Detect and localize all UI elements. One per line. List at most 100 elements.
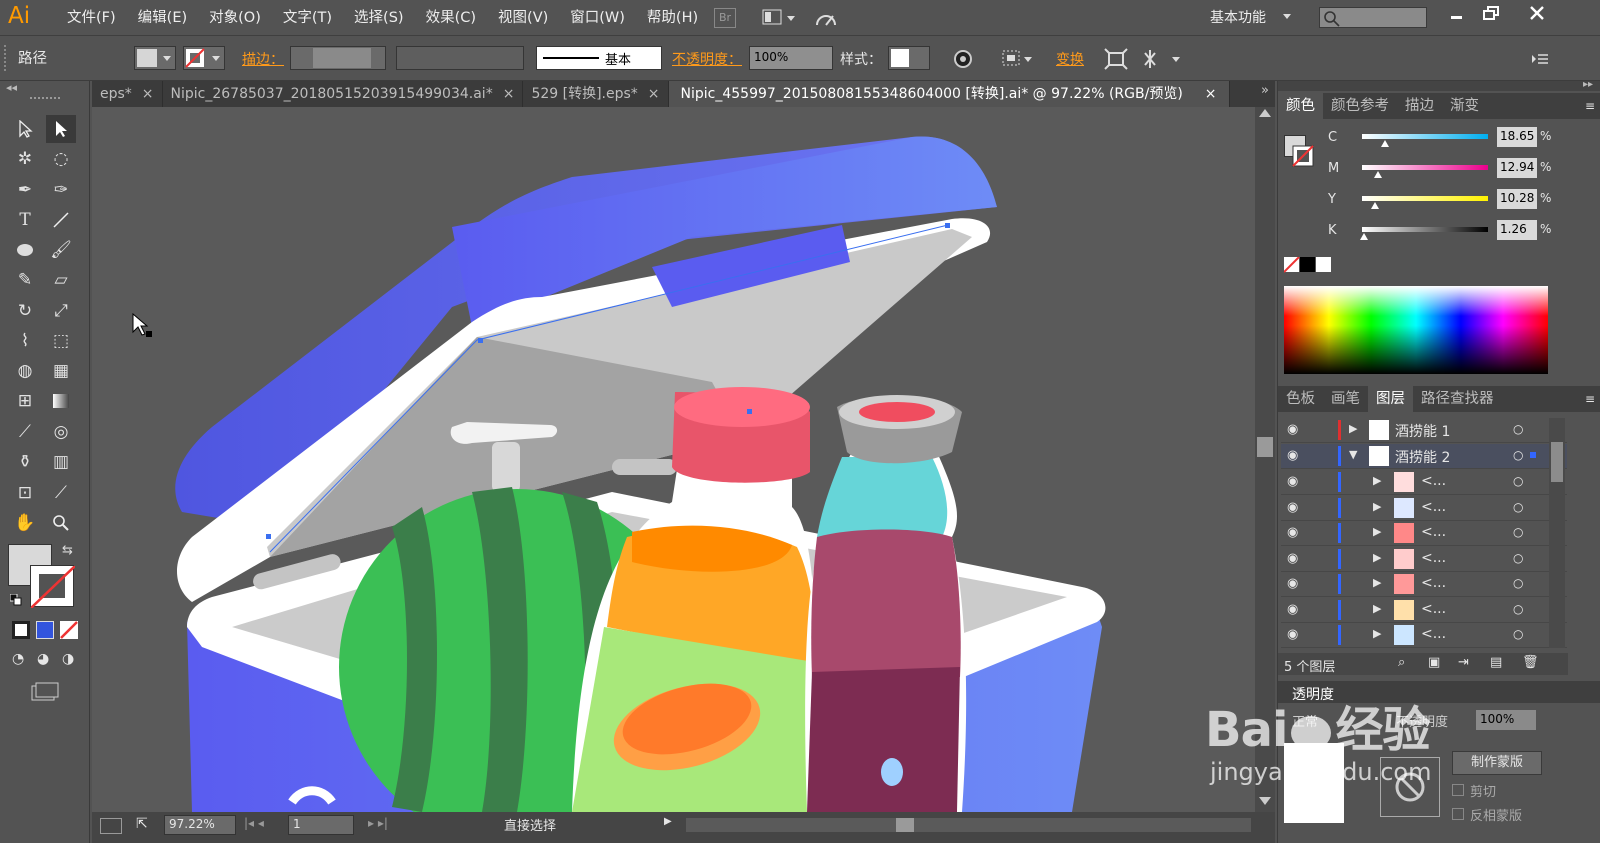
delete-layer-icon[interactable]: 🗑 xyxy=(1522,655,1539,670)
recolor-artwork-icon[interactable] xyxy=(952,48,974,70)
width-tool-icon[interactable]: ⌇ xyxy=(10,327,40,355)
scroll-up-icon[interactable] xyxy=(1259,109,1271,117)
target-icon[interactable]: ○ xyxy=(1513,500,1523,514)
scroll-thumb[interactable] xyxy=(1551,442,1563,482)
eraser-tool-icon[interactable]: ▱ xyxy=(46,266,76,294)
tab-color-guide[interactable]: 颜色参考 xyxy=(1323,93,1397,119)
stroke-color-swatch[interactable] xyxy=(30,565,75,608)
symbol-sprayer-tool-icon[interactable]: ⚱ xyxy=(10,448,40,476)
menu-window[interactable]: 窗口(W) xyxy=(559,0,636,36)
artboard-number-field[interactable]: 1 xyxy=(288,815,354,835)
variable-width-dropdown[interactable] xyxy=(396,46,524,70)
eye-icon[interactable]: ◉ xyxy=(1287,551,1298,566)
brush-definition-dropdown[interactable]: 基本 xyxy=(536,46,662,70)
color-spectrum[interactable] xyxy=(1284,286,1548,374)
perspective-grid-tool-icon[interactable]: ▦ xyxy=(46,357,76,385)
clip-checkbox[interactable] xyxy=(1452,784,1464,796)
collapse-dock-icon[interactable]: ▸▸ xyxy=(1583,79,1593,90)
expand-arrow-icon[interactable]: ▶ xyxy=(1373,576,1381,589)
eye-icon[interactable]: ◉ xyxy=(1287,576,1298,591)
sublayer-row[interactable]: ◉ ▶ <... ○ xyxy=(1281,521,1567,546)
invert-mask-checkbox[interactable] xyxy=(1452,808,1464,820)
shape-builder-tool-icon[interactable]: ◍ xyxy=(10,357,40,385)
make-mask-button[interactable]: 制作蒙版 xyxy=(1452,751,1542,775)
tab-close-icon[interactable]: × xyxy=(648,81,660,107)
magenta-slider-track[interactable] xyxy=(1362,165,1488,170)
scroll-thumb[interactable] xyxy=(1257,437,1273,457)
opacity-label[interactable]: 不透明度： xyxy=(672,49,742,69)
menu-type[interactable]: 文字(T) xyxy=(272,0,343,36)
black-slider-track[interactable] xyxy=(1362,227,1488,232)
layers-scrollbar[interactable] xyxy=(1549,418,1565,648)
panel-menu-icon[interactable]: ≡ xyxy=(1585,93,1600,119)
menu-edit[interactable]: 编辑(E) xyxy=(127,0,198,36)
opacity-field[interactable]: 100% xyxy=(749,46,833,70)
black-value-field[interactable]: 1.26 xyxy=(1497,220,1537,240)
tab-gradient[interactable]: 渐变 xyxy=(1442,93,1487,119)
slice-tool-icon[interactable]: ⟋ xyxy=(46,479,76,507)
draw-normal-icon[interactable]: ◔ xyxy=(12,651,32,669)
type-tool-icon[interactable]: T xyxy=(10,206,40,234)
workspace-switcher[interactable]: 基本功能 xyxy=(1210,7,1266,27)
artboard-canvas[interactable] xyxy=(92,107,1255,812)
magic-wand-tool-icon[interactable]: ✲ xyxy=(10,145,40,173)
sublayer-row[interactable]: ◉ ▶ <... ○ xyxy=(1281,598,1567,623)
target-icon[interactable]: ○ xyxy=(1513,474,1523,488)
menu-help[interactable]: 帮助(H) xyxy=(636,0,709,36)
zoom-tool-icon[interactable] xyxy=(46,509,76,537)
panel-menu-icon[interactable]: ≡ xyxy=(1585,386,1600,412)
close-icon[interactable] xyxy=(1526,2,1548,24)
mesh-tool-icon[interactable]: ⊞ xyxy=(10,387,40,415)
sublayer-row[interactable]: ◉ ▶ <... ○ xyxy=(1281,547,1567,572)
graphic-style-dropdown[interactable] xyxy=(888,46,930,70)
scale-tool-icon[interactable]: ⤢ xyxy=(46,297,76,325)
pencil-tool-icon[interactable]: ✎ xyxy=(10,266,40,294)
expand-arrow-icon[interactable]: ▶ xyxy=(1373,551,1381,564)
tab-color[interactable]: 颜色 xyxy=(1278,93,1323,119)
column-graph-tool-icon[interactable]: ▥ xyxy=(46,448,76,476)
curvature-tool-icon[interactable]: ✑ xyxy=(46,176,76,204)
locate-object-icon[interactable]: ⌕ xyxy=(1398,655,1405,670)
target-icon[interactable]: ○ xyxy=(1513,576,1523,590)
sublayer-name[interactable]: <... xyxy=(1421,524,1446,540)
menu-file[interactable]: 文件(F) xyxy=(56,0,127,36)
align-to-icon[interactable] xyxy=(1000,48,1034,70)
artboard-nav-icon[interactable] xyxy=(100,818,122,834)
stroke-weight-field[interactable] xyxy=(290,46,386,70)
color-mode-icon[interactable] xyxy=(12,621,30,639)
draw-inside-icon[interactable]: ◑ xyxy=(62,651,82,669)
sublayer-name[interactable]: <... xyxy=(1421,473,1446,489)
free-transform-tool-icon[interactable]: ⬚ xyxy=(46,327,76,355)
tab-close-icon[interactable]: × xyxy=(1205,81,1217,107)
eye-icon[interactable]: ◉ xyxy=(1287,422,1298,437)
eye-icon[interactable]: ◉ xyxy=(1287,602,1298,617)
eye-icon[interactable]: ◉ xyxy=(1287,448,1298,463)
tab-stroke[interactable]: 描边 xyxy=(1397,93,1442,119)
horizontal-scrollbar[interactable] xyxy=(686,818,1251,832)
sublayer-name[interactable]: <... xyxy=(1421,626,1446,642)
magenta-slider-thumb[interactable] xyxy=(1374,171,1383,178)
sublayer-name[interactable]: <... xyxy=(1421,601,1446,617)
new-layer-icon[interactable]: ▤ xyxy=(1490,655,1502,670)
yellow-value-field[interactable]: 10.28 xyxy=(1497,189,1537,209)
target-icon[interactable]: ○ xyxy=(1513,448,1523,462)
blend-tool-icon[interactable]: ◎ xyxy=(46,418,76,446)
panel-menu-icon[interactable] xyxy=(1530,52,1550,66)
current-tool-status[interactable]: 直接选择 xyxy=(504,815,556,834)
gradient-mode-icon[interactable] xyxy=(36,621,54,639)
expand-arrow-icon[interactable]: ▶ xyxy=(1373,500,1381,513)
yellow-slider-thumb[interactable] xyxy=(1370,202,1379,209)
bridge-button[interactable]: Br xyxy=(714,8,736,28)
make-clipping-mask-icon[interactable]: ▣ xyxy=(1428,655,1440,670)
restore-icon[interactable] xyxy=(1480,4,1502,24)
ellipse-tool-icon[interactable] xyxy=(10,236,40,264)
zoom-field[interactable]: 97.22% xyxy=(164,815,236,835)
sublayer-row[interactable]: ◉ ▶ <... ○ xyxy=(1281,572,1567,597)
target-icon[interactable]: ○ xyxy=(1513,422,1523,436)
tab-document-1[interactable]: eps* × xyxy=(92,81,163,107)
eye-icon[interactable]: ◉ xyxy=(1287,474,1298,489)
selection-tool-icon[interactable] xyxy=(10,115,40,143)
target-icon[interactable]: ○ xyxy=(1513,602,1523,616)
rotate-tool-icon[interactable]: ↻ xyxy=(10,297,40,325)
artboard-tool-icon[interactable]: ⊡ xyxy=(10,479,40,507)
